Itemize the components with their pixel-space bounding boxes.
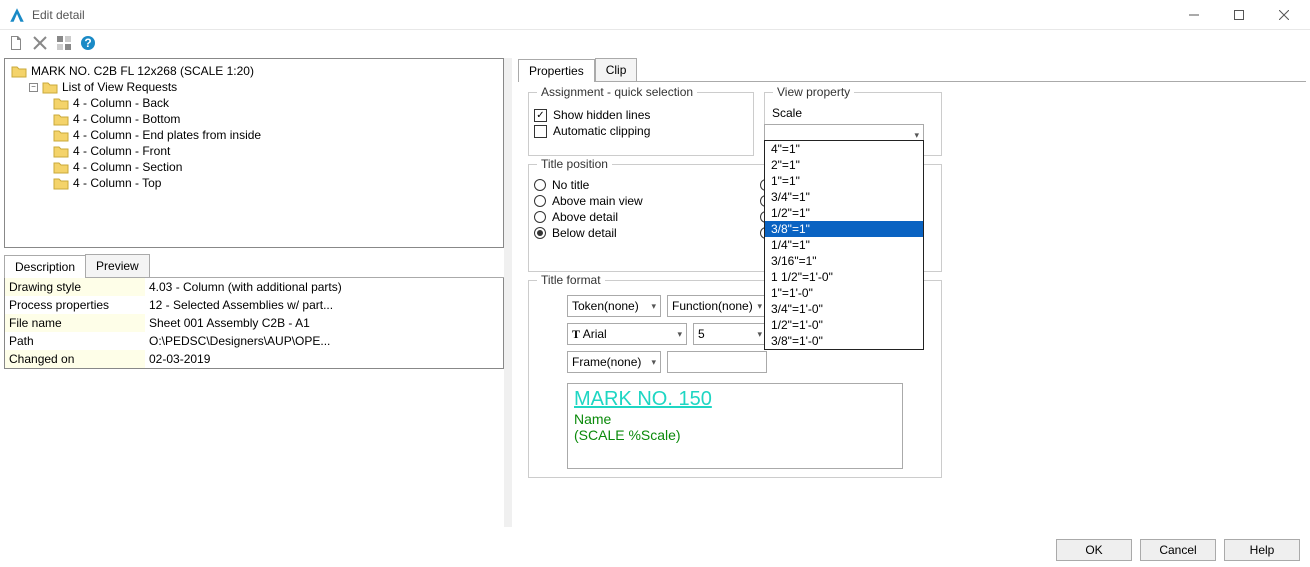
auto-clipping-checkbox[interactable]: Automatic clipping — [534, 124, 650, 138]
collapse-icon[interactable]: − — [29, 83, 38, 92]
tree-item[interactable]: 4 - Column - End plates from inside — [5, 127, 503, 143]
scale-dropdown-list[interactable]: 4"=1"2"=1"1"=1"3/4"=1"1/2"=1"3/8"=1"1/4"… — [764, 140, 924, 350]
folder-icon — [42, 80, 58, 94]
property-row: PathO:\PEDSC\Designers\AUP\OPE... — [5, 332, 503, 350]
minimize-button[interactable] — [1171, 1, 1216, 29]
cancel-button[interactable]: Cancel — [1140, 539, 1216, 561]
window-title: Edit detail — [32, 8, 1171, 22]
preview-scale: (SCALE %Scale) — [574, 427, 896, 443]
delete-icon[interactable] — [32, 35, 48, 54]
frame-extra-input[interactable] — [667, 351, 767, 373]
scale-option[interactable]: 3/16"=1" — [765, 253, 923, 269]
titlepos-radio[interactable]: No title — [534, 178, 643, 192]
chevron-down-icon: ▾ — [914, 130, 919, 141]
tree-item[interactable]: 4 - Column - Back — [5, 95, 503, 111]
new-icon[interactable] — [8, 35, 24, 54]
ok-button[interactable]: OK — [1056, 539, 1132, 561]
fontsize-select[interactable]: 5▾ — [693, 323, 767, 345]
folder-icon — [11, 64, 27, 78]
tab-description[interactable]: Description — [4, 255, 86, 278]
property-row: Drawing style4.03 - Column (with additio… — [5, 278, 503, 296]
scale-option[interactable]: 4"=1" — [765, 141, 923, 157]
property-row: Changed on02-03-2019 — [5, 350, 503, 368]
scale-option[interactable]: 3/8"=1" — [765, 221, 923, 237]
tree-item[interactable]: 4 - Column - Section — [5, 159, 503, 175]
titlepos-radio[interactable]: Below detail — [534, 226, 643, 240]
tab-properties[interactable]: Properties — [518, 59, 595, 82]
tree-group-label: List of View Requests — [62, 80, 177, 94]
tab-clip[interactable]: Clip — [595, 58, 638, 81]
titlefmt-legend: Title format — [537, 273, 605, 287]
scale-option[interactable]: 1/2"=1" — [765, 205, 923, 221]
property-row: Process properties12 - Selected Assembli… — [5, 296, 503, 314]
auto-clipping-label: Automatic clipping — [553, 124, 650, 138]
scale-option[interactable]: 1/2"=1'-0" — [765, 317, 923, 333]
scale-option[interactable]: 3/4"=1" — [765, 189, 923, 205]
app-logo-icon — [8, 6, 26, 24]
titlepos-radio[interactable]: Above main view — [534, 194, 643, 208]
toolbar: ? — [0, 30, 1310, 58]
title-preview: MARK NO. 150 Name (SCALE %Scale) — [567, 383, 903, 469]
preview-mark: MARK NO. 150 — [574, 388, 896, 411]
titlepos-radio[interactable]: Above detail — [534, 210, 643, 224]
font-select[interactable]: T Arial▾ — [567, 323, 687, 345]
viewprop-legend: View property — [773, 85, 854, 99]
scale-label: Scale — [772, 106, 802, 120]
titlebar: Edit detail — [0, 0, 1310, 30]
tree-item[interactable]: 4 - Column - Bottom — [5, 111, 503, 127]
property-row: File nameSheet 001 Assembly C2B - A1 — [5, 314, 503, 332]
titlepos-legend: Title position — [537, 157, 612, 171]
function-select[interactable]: Function(none)▾ — [667, 295, 767, 317]
tree-item[interactable]: 4 - Column - Front — [5, 143, 503, 159]
svg-text:?: ? — [84, 36, 91, 50]
scale-option[interactable]: 3/8"=1'-0" — [765, 333, 923, 349]
scale-option[interactable]: 1 1/2"=1'-0" — [765, 269, 923, 285]
scale-option[interactable]: 1"=1'-0" — [765, 285, 923, 301]
splitter[interactable] — [504, 58, 512, 527]
assignment-legend: Assignment - quick selection — [537, 85, 697, 99]
right-tabbar: Properties Clip — [518, 58, 1306, 82]
help-icon[interactable]: ? — [80, 35, 96, 54]
frame-select[interactable]: Frame(none)▾ — [567, 351, 661, 373]
tab-preview[interactable]: Preview — [85, 254, 150, 277]
help-button[interactable]: Help — [1224, 539, 1300, 561]
view-tree[interactable]: MARK NO. C2B FL 12x268 (SCALE 1:20) − Li… — [4, 58, 504, 248]
description-panel: Drawing style4.03 - Column (with additio… — [4, 278, 504, 369]
checkboard-icon[interactable] — [56, 35, 72, 54]
left-tabbar: Description Preview — [4, 254, 504, 278]
maximize-button[interactable] — [1216, 1, 1261, 29]
scale-option[interactable]: 1/4"=1" — [765, 237, 923, 253]
scale-option[interactable]: 3/4"=1'-0" — [765, 301, 923, 317]
token-select[interactable]: Token(none)▾ — [567, 295, 661, 317]
tree-root-label: MARK NO. C2B FL 12x268 (SCALE 1:20) — [31, 64, 254, 78]
show-hidden-checkbox[interactable]: ✓ Show hidden lines — [534, 108, 650, 122]
close-button[interactable] — [1261, 1, 1306, 29]
show-hidden-label: Show hidden lines — [553, 108, 650, 122]
tree-item[interactable]: 4 - Column - Top — [5, 175, 503, 191]
preview-name: Name — [574, 411, 896, 427]
scale-option[interactable]: 2"=1" — [765, 157, 923, 173]
scale-option[interactable]: 1"=1" — [765, 173, 923, 189]
